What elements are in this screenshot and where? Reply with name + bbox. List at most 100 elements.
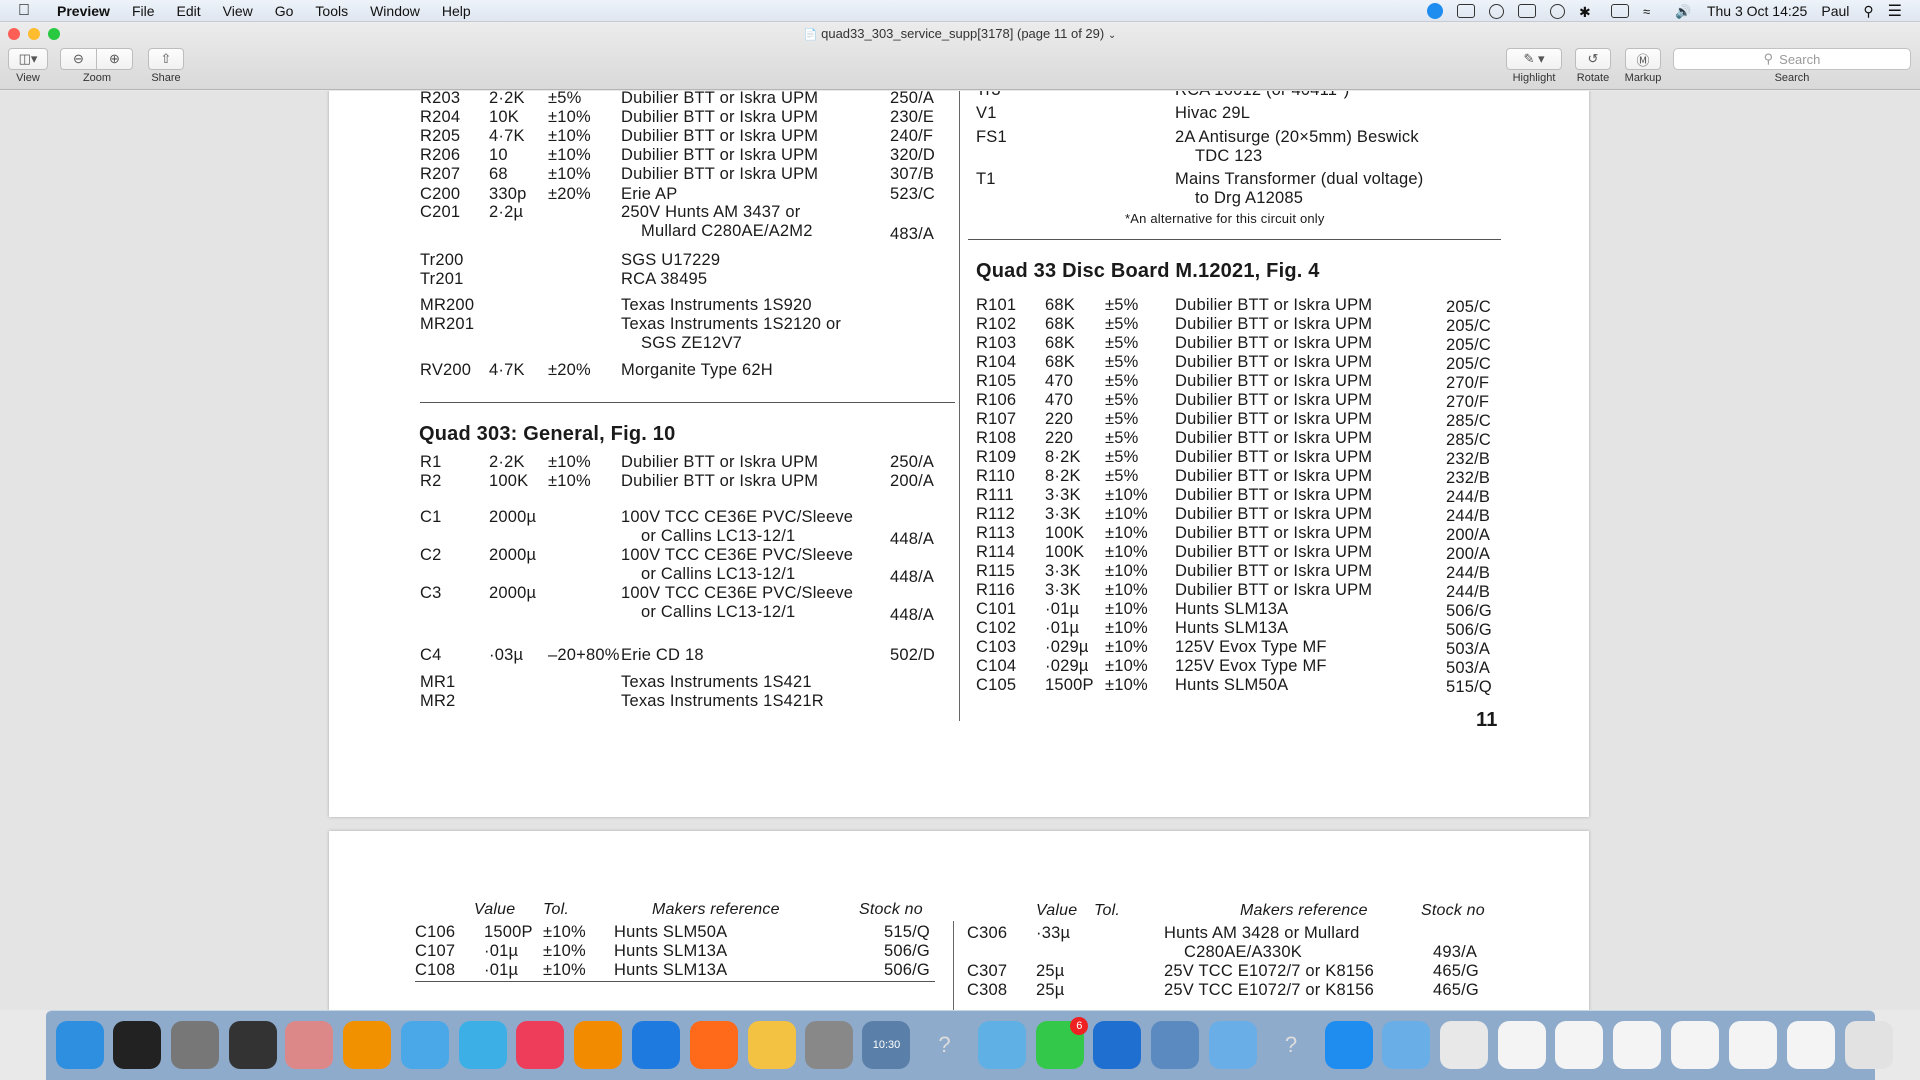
user-name[interactable]: Paul [1821,3,1849,19]
part-row-tol: ±5% [548,91,582,107]
rotate-button[interactable]: ↺ [1575,48,1611,70]
wifi-icon[interactable]: ≈ [1643,4,1661,19]
document-viewport[interactable]: R2028·2K±5%Dubilier BTT or Iskra UPM232/… [0,91,1920,1010]
markup-label: Markup [1624,72,1662,84]
game-icon[interactable] [285,1021,334,1069]
disc-part-maker: Dubilier BTT or Iskra UPM [1175,391,1373,409]
disc-part-value: 3·3K [1045,562,1081,580]
part-mr1-maker: Texas Instruments 1S421 [621,673,812,691]
disc-part-maker: Dubilier BTT or Iskra UPM [1175,372,1373,390]
part-c1-stock: 448/A [890,530,935,548]
activity-icon[interactable] [228,1021,277,1069]
notification-center-icon[interactable]: ☰ [1888,1,1902,21]
menu-tools[interactable]: Tools [304,3,359,19]
launchpad-icon[interactable] [170,1021,219,1069]
menu-window[interactable]: Window [359,3,431,19]
menu-edit[interactable]: Edit [166,3,212,19]
zoom-out-button[interactable]: ⊖ [60,48,97,70]
disc-part-maker: Dubilier BTT or Iskra UPM [1175,296,1373,314]
part-row-r1-value: 2·2K [489,453,525,471]
photos-icon[interactable] [747,1021,796,1069]
rotate-icon: ↺ [1587,51,1599,66]
safari-alt-icon[interactable] [459,1021,508,1069]
disc-part-tol: ±10% [1105,524,1148,542]
firefox-icon[interactable] [689,1021,738,1069]
zoom-out-icon: ⊖ [73,51,84,66]
menu-help[interactable]: Help [431,3,482,19]
safari-icon[interactable] [631,1021,680,1069]
menu-file[interactable]: File [121,3,166,19]
disc-part-stock: 205/C [1446,298,1492,316]
part-row-value: 10 [489,146,508,164]
part-row-r2-stock: 200/A [890,472,935,490]
disc-part-value: 100K [1045,524,1085,542]
thumb-1[interactable] [1497,1021,1546,1069]
part-row-c200-maker: Erie AP [621,185,678,203]
books-icon[interactable] [573,1021,622,1069]
maps-icon[interactable] [978,1021,1027,1069]
disc-part-value: 470 [1045,372,1074,390]
facetime-icon[interactable]: 6 [1036,1017,1089,1069]
thumb-4[interactable] [1671,1021,1720,1069]
app-icon[interactable] [401,1021,450,1069]
col-header-value-right: Value [1036,902,1078,919]
menu-view[interactable]: View [212,3,264,19]
help-icon-2[interactable]: ? [1267,1021,1315,1069]
part-tr200-maker: SGS U17229 [621,251,721,269]
help-icon[interactable]: ? [920,1021,968,1069]
disc-part-maker: Dubilier BTT or Iskra UPM [1175,581,1373,599]
apple-menu-icon[interactable]:  [18,2,46,20]
folder-icon[interactable] [1208,1021,1257,1069]
airplay-icon[interactable] [1517,4,1536,18]
image-capture-icon[interactable]: 10:30 [862,1021,911,1069]
folder-icon-2[interactable] [1381,1021,1430,1069]
volume-icon[interactable]: 🔊 [1675,4,1693,19]
pdf-page-11: R2028·2K±5%Dubilier BTT or Iskra UPM232/… [329,91,1589,817]
menu-go[interactable]: Go [264,3,305,19]
script-icon[interactable] [804,1021,853,1069]
disc-part-ref: R116 [976,581,1016,599]
battery-icon[interactable] [1610,4,1629,18]
vlc-icon[interactable] [343,1021,392,1069]
title-chevron-icon[interactable]: ⌄ [1108,30,1116,41]
view-button[interactable]: ◫▾ [8,48,48,70]
thumb-5[interactable] [1729,1021,1778,1069]
disc-part-value: 3·3K [1045,581,1081,599]
finder-icon[interactable] [56,1021,105,1069]
part-c201-stock: 483/A [890,225,935,243]
share-icon: ⇧ [160,51,172,66]
thumb-3[interactable] [1613,1021,1662,1069]
disc-part-tol: ±5% [1105,315,1139,333]
doc-icon[interactable] [1439,1021,1488,1069]
view-label: View [16,72,40,84]
search-icon: ⚲ [1763,51,1774,66]
sync-status-icon[interactable] [1488,3,1504,19]
col-header-value: Value [474,901,516,918]
thumb-6[interactable] [1787,1021,1836,1069]
zoom-label: Zoom [82,72,112,84]
app-store-icon[interactable] [1324,1021,1373,1069]
keyboard-status-icon[interactable] [1456,4,1475,18]
time-machine-icon[interactable] [1549,3,1565,19]
clock[interactable]: Thu 3 Oct 14:25 [1707,3,1807,19]
audio-icon[interactable] [1093,1021,1142,1069]
music-icon[interactable] [515,1021,564,1069]
siri-icon[interactable] [112,1021,161,1069]
menu-app[interactable]: Preview [46,3,121,19]
search-field[interactable]: ⚲ Search [1673,48,1911,70]
disc-part-maker: 125V Evox Type MF [1175,657,1327,675]
highlight-button[interactable]: ✎ ▾ [1506,48,1562,70]
part-tr201-ref: Tr201 [420,270,464,288]
share-button[interactable]: ⇧ [148,48,184,70]
markup-button[interactable]: Ⓜ [1625,48,1661,70]
highlight-label: Highlight [1512,72,1556,84]
disc-part-value: 3·3K [1045,505,1081,523]
thumb-2[interactable] [1555,1021,1604,1069]
preview-icon[interactable] [1151,1021,1200,1069]
p12-c306-ref: C306 [967,924,1008,942]
zoom-in-button[interactable]: ⊕ [96,48,133,70]
spotlight-icon[interactable]: ⚲ [1863,3,1873,20]
siri-status-icon[interactable] [1426,3,1443,19]
bluetooth-icon[interactable]: ✱ [1579,4,1597,20]
trash-icon[interactable] [1845,1021,1894,1069]
